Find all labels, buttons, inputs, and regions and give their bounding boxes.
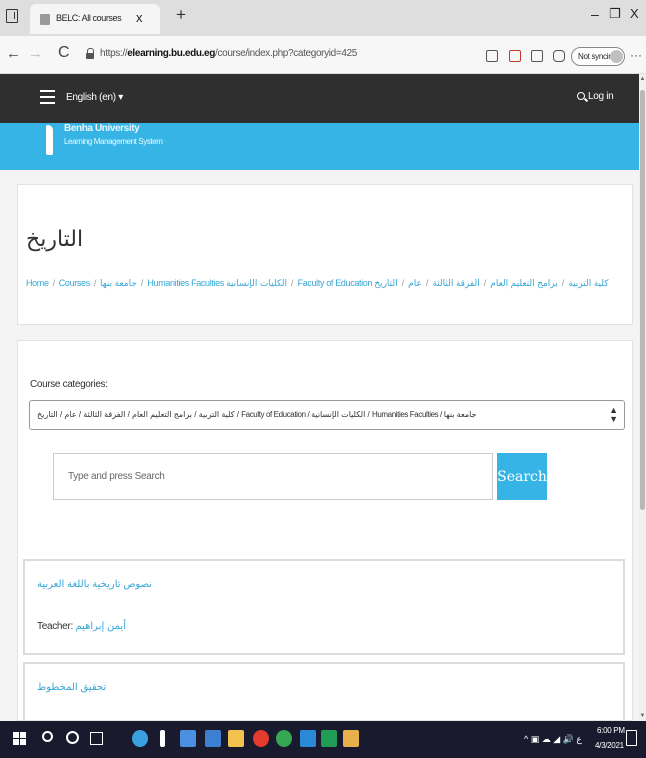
site-banner: Benha University Learning Management Sys…	[0, 123, 639, 170]
app-icon[interactable]	[205, 730, 221, 747]
app-icon[interactable]	[160, 730, 165, 747]
course-categories-label: Course categories:	[30, 379, 108, 390]
page-scrollbar[interactable]: ▲ ▼	[639, 74, 646, 721]
windows-taskbar: ^ ▣ ☁ ◢ 🔊 ع 6:00 PM 4/3/2021	[0, 721, 646, 758]
teacher-link[interactable]: أيمن إبراهيم	[75, 621, 126, 632]
course-search-input[interactable]	[53, 453, 493, 500]
breadcrumb-general[interactable]: عام	[408, 278, 422, 288]
app-icon[interactable]	[300, 730, 316, 747]
window-maximize-button[interactable]: ❐	[609, 6, 621, 22]
logo-name[interactable]: Benha University	[64, 123, 140, 134]
course-name-link[interactable]: نصوص تاريخية باللغة العربية	[37, 579, 152, 590]
browser-tab-strip: BELC: All courses x + – ❐ X	[0, 0, 646, 36]
breadcrumb-general-programs[interactable]: برامج التعليم العام	[490, 278, 558, 288]
course-item: نصوص تاريخية باللغة العربية Teacher: أيم…	[23, 559, 625, 655]
tab-close-button[interactable]: x	[136, 10, 143, 25]
language-menu[interactable]: English (en) ▾	[66, 92, 123, 103]
favorite-star-icon[interactable]	[486, 50, 498, 62]
task-view-icon[interactable]	[90, 732, 103, 745]
address-bar[interactable]: https://elearning.bu.edu.eg/course/index…	[82, 42, 480, 68]
excel-icon[interactable]	[321, 730, 337, 747]
windows-start-icon[interactable]	[13, 732, 27, 746]
course-listing-card: Course categories: كلية التربية / برامج …	[17, 340, 633, 721]
lock-icon[interactable]	[86, 48, 95, 59]
window-menu-icon[interactable]	[6, 9, 18, 23]
word-icon[interactable]	[180, 730, 196, 747]
breadcrumb-third-year[interactable]: الفرقة الثالثة	[432, 278, 480, 288]
breadcrumb-humanities[interactable]: Humanities Faculties الكليات الإنسانية	[147, 278, 287, 288]
scroll-up-icon[interactable]: ▲	[639, 76, 646, 82]
reload-button[interactable]: C	[58, 44, 70, 62]
cortana-icon[interactable]	[66, 731, 79, 744]
clock-time[interactable]: 6:00 PM	[597, 726, 625, 735]
edge-browser-icon[interactable]	[132, 730, 148, 747]
breadcrumb: Home / Courses / جامعة بنها / Humanities Facul…	[26, 278, 609, 288]
app-icon[interactable]	[343, 730, 359, 747]
tab-favicon-icon	[40, 14, 50, 25]
system-tray[interactable]: ^ ▣ ☁ ◢ 🔊 ع	[524, 734, 582, 745]
window-close-button[interactable]: X	[630, 6, 639, 21]
breadcrumb-home[interactable]: Home	[26, 278, 49, 288]
scrollbar-thumb[interactable]	[640, 90, 645, 510]
login-link[interactable]: Log in	[577, 91, 614, 102]
course-item: تحقيق المخطوط	[23, 662, 625, 720]
breadcrumb-university[interactable]: جامعة بنها	[100, 278, 137, 288]
extension-icon[interactable]	[509, 50, 521, 62]
back-button[interactable]: ←	[6, 45, 21, 62]
window-minimize-button[interactable]: –	[591, 6, 599, 22]
logo-tagline: Learning Management System	[64, 137, 163, 146]
course-name-link[interactable]: تحقيق المخطوط	[37, 682, 106, 693]
browser-toolbar: ← → C https://elearning.bu.edu.eg/course…	[0, 36, 646, 74]
chrome-icon[interactable]	[276, 730, 292, 747]
file-explorer-icon[interactable]	[228, 730, 244, 747]
avatar	[610, 50, 623, 63]
profile-sync-button[interactable]: Not syncing	[571, 47, 625, 66]
breadcrumb-courses[interactable]: Courses	[59, 278, 90, 288]
select-arrows-icon: ▲ ▼	[609, 405, 618, 424]
forward-button[interactable]: →	[28, 45, 43, 62]
url-text[interactable]: https://elearning.bu.edu.eg/course/index…	[100, 48, 357, 59]
course-categories-select[interactable]: كلية التربية / برامج التعليم العام / الف…	[29, 400, 625, 430]
selected-category: كلية التربية / برامج التعليم العام / الف…	[37, 410, 477, 419]
opera-icon[interactable]	[253, 730, 269, 747]
scroll-down-icon[interactable]: ▼	[639, 713, 646, 719]
search-button[interactable]: Search	[497, 453, 547, 500]
page-header-card: التاريخ Home / Courses / جامعة بنها / Humaniti…	[17, 184, 633, 325]
new-tab-button[interactable]: +	[176, 5, 186, 25]
favorites-icon[interactable]	[531, 50, 543, 62]
course-teacher: Teacher: أيمن إبراهيم	[37, 621, 126, 632]
notification-icon[interactable]	[626, 730, 637, 746]
hamburger-menu-icon[interactable]	[40, 90, 55, 104]
logo-icon[interactable]	[46, 125, 53, 155]
more-menu-icon[interactable]: ···	[630, 48, 642, 62]
browser-tab-active[interactable]: BELC: All courses x	[30, 4, 160, 34]
taskbar-search-icon[interactable]	[42, 731, 53, 742]
collections-icon[interactable]	[553, 50, 565, 62]
clock-date[interactable]: 4/3/2021	[595, 741, 624, 750]
tab-title: BELC: All courses	[56, 13, 122, 23]
breadcrumb-history[interactable]: التاريخ	[374, 278, 398, 288]
site-navbar: English (en) ▾ Log in	[0, 74, 639, 123]
page-title: التاريخ	[26, 227, 84, 252]
search-icon	[577, 92, 585, 100]
